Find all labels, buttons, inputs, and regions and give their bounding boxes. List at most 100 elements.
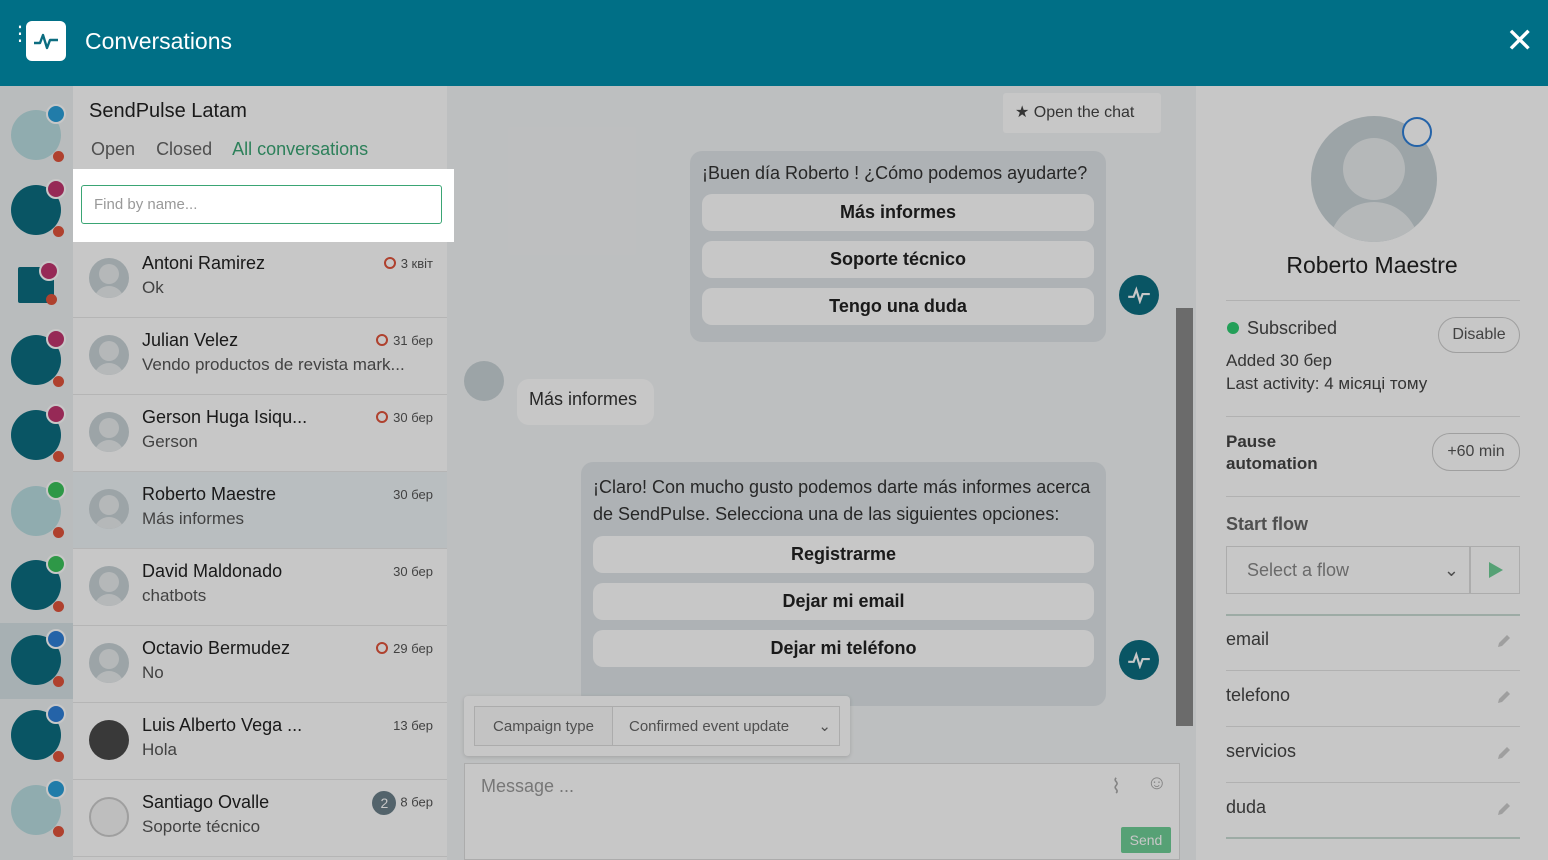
- chat-scrollbar[interactable]: [1176, 308, 1193, 726]
- instagram-icon: [46, 404, 66, 424]
- last-message: chatbots: [142, 586, 207, 605]
- unread-ring-icon: [376, 411, 389, 423]
- conversation-row[interactable]: Luis Alberto Vega ... Hola 13 бер: [73, 703, 447, 780]
- tab-open[interactable]: Open: [91, 139, 135, 159]
- status-dot: [53, 751, 64, 762]
- messenger-icon: [1402, 117, 1432, 147]
- contact-name: Santiago Ovalle: [142, 792, 270, 812]
- conversation-row[interactable]: Antoni Ramirez Ok 3 квіт: [73, 241, 447, 318]
- avatar: [89, 489, 129, 529]
- open-chat-button[interactable]: ★ Open the chat: [1003, 93, 1161, 133]
- send-button[interactable]: Send: [1121, 827, 1171, 853]
- conversation-date: 30 бер: [393, 487, 433, 502]
- message-input[interactable]: Message ...: [481, 776, 574, 797]
- subscribed-dot: [1227, 322, 1239, 334]
- conversation-row[interactable]: Gerson Huga Isiqu... Gerson 30 бер: [73, 395, 447, 472]
- channel-sidebar: [0, 86, 73, 860]
- status-dot: [53, 451, 64, 462]
- avatar: [89, 335, 129, 375]
- contact-profile: Roberto Maestre Subscribed Disable Added…: [1196, 86, 1548, 860]
- contact-name: Octavio Bermudez: [142, 638, 291, 658]
- conversation-row[interactable]: Octavio Bermudez No 29 бер: [73, 626, 447, 703]
- field-row-duda[interactable]: duda: [1226, 783, 1520, 839]
- last-message: Gerson: [142, 432, 198, 451]
- bot-avatar-icon: [1119, 640, 1159, 680]
- star-icon: ★: [1015, 104, 1030, 121]
- quick-reply-button[interactable]: Soporte técnico: [702, 241, 1094, 278]
- quick-reply-button[interactable]: Tengo una duda: [702, 288, 1094, 325]
- conversation-date: 31 бер: [376, 333, 433, 348]
- close-icon[interactable]: ✕: [1506, 24, 1535, 58]
- start-flow-button[interactable]: [1470, 546, 1520, 594]
- pause-60-min-button[interactable]: +60 min: [1432, 433, 1520, 471]
- instagram-icon: [46, 179, 66, 199]
- quick-reply-button[interactable]: Dejar mi email: [593, 583, 1094, 620]
- channel-whatsapp-bot[interactable]: [11, 480, 66, 538]
- whatsapp-icon: [46, 554, 66, 574]
- instagram-icon: [39, 261, 59, 281]
- conversation-row-selected[interactable]: Roberto Maestre Más informes 30 бер: [73, 472, 447, 549]
- sendpulse-logo-icon: [26, 21, 66, 61]
- tab-closed[interactable]: Closed: [156, 139, 212, 159]
- last-message: Soporte técnico: [142, 817, 261, 836]
- user-message: Más informes: [517, 379, 654, 425]
- status-dot: [53, 601, 64, 612]
- unread-count-badge: 2: [372, 791, 397, 815]
- channel-messenger-2[interactable]: [11, 704, 66, 762]
- status-dot: [53, 527, 64, 538]
- channel-instagram-1[interactable]: [11, 179, 66, 237]
- added-date: Added 30 бер: [1226, 351, 1332, 370]
- contact-name: Roberto Maestre: [142, 484, 277, 504]
- bot-message: ¡Buen día Roberto ! ¿Cómo podemos ayudar…: [690, 151, 1106, 342]
- conversation-row[interactable]: David Maldonado chatbots 30 бер: [73, 549, 447, 626]
- status-dot: [46, 294, 57, 305]
- message-composer[interactable]: Message ... ⌇ ☺ Send: [464, 763, 1180, 860]
- contact-name: Roberto Maestre: [1286, 252, 1458, 278]
- conversation-date: 29 бер: [376, 641, 433, 656]
- last-message: Ok: [142, 278, 164, 297]
- emoji-icon[interactable]: ☺: [1147, 772, 1167, 795]
- unread-ring-icon: [376, 334, 389, 346]
- campaign-type-popup: Campaign type Confirmed event update ⌄: [464, 696, 850, 756]
- channel-telegram-bot-2[interactable]: [11, 779, 66, 837]
- status-dot: [53, 676, 64, 687]
- bot-message: ¡Claro! Con mucho gusto podemos darte má…: [581, 462, 1106, 706]
- quick-reply-button[interactable]: Registrarme: [593, 536, 1094, 573]
- channel-instagram-4[interactable]: [11, 404, 66, 462]
- contact-name: Antoni Ramirez: [142, 253, 266, 273]
- disable-button[interactable]: Disable: [1438, 317, 1520, 353]
- bot-message-text: ¡Claro! Con mucho gusto podemos darte má…: [593, 477, 1091, 524]
- conversation-date: 28 бер: [372, 791, 433, 815]
- channel-instagram-3[interactable]: [11, 329, 66, 387]
- quick-reply-button[interactable]: Dejar mi teléfono: [593, 630, 1094, 667]
- avatar: [89, 643, 129, 683]
- contact-name: David Maldonado: [142, 561, 283, 581]
- status-dot: [53, 826, 64, 837]
- channel-telegram-bot[interactable]: [11, 104, 66, 162]
- search-input[interactable]: Find by name...: [81, 185, 442, 224]
- field-row-telefono[interactable]: telefono: [1226, 671, 1520, 727]
- channel-whatsapp[interactable]: [11, 554, 66, 612]
- tab-all-conversations[interactable]: All conversations: [232, 139, 368, 159]
- contact-name: Luis Alberto Vega ...: [142, 715, 303, 735]
- chat-panel: ★ Open the chat ¡Buen día Roberto ! ¿Cóm…: [447, 86, 1196, 860]
- conversation-row[interactable]: Julian Velez Vendo productos de revista …: [73, 318, 447, 395]
- telegram-icon: [46, 779, 66, 799]
- conversation-date: 30 бер: [393, 564, 433, 579]
- avatar-photo: [89, 720, 129, 760]
- pencil-icon: [1498, 635, 1510, 647]
- flow-select[interactable]: Select a flow ⌄: [1226, 546, 1470, 594]
- app-title: Conversations: [85, 28, 233, 54]
- status-dot: [53, 226, 64, 237]
- field-row-servicios[interactable]: servicios: [1226, 727, 1520, 783]
- last-message: Más informes: [142, 509, 245, 528]
- campaign-type-select[interactable]: Confirmed event update ⌄: [612, 706, 840, 746]
- channel-messenger-1[interactable]: [11, 629, 66, 687]
- channel-instagram-2[interactable]: [18, 261, 59, 305]
- conversation-row[interactable]: Santiago Ovalle Soporte técnico 28 бер: [73, 780, 447, 857]
- field-row-email[interactable]: email: [1226, 615, 1520, 671]
- attachment-icon[interactable]: ⌇: [1111, 774, 1121, 799]
- chevron-down-icon: ⌄: [818, 718, 831, 735]
- quick-reply-button[interactable]: Más informes: [702, 194, 1094, 231]
- chevron-down-icon: ⌄: [1443, 560, 1459, 580]
